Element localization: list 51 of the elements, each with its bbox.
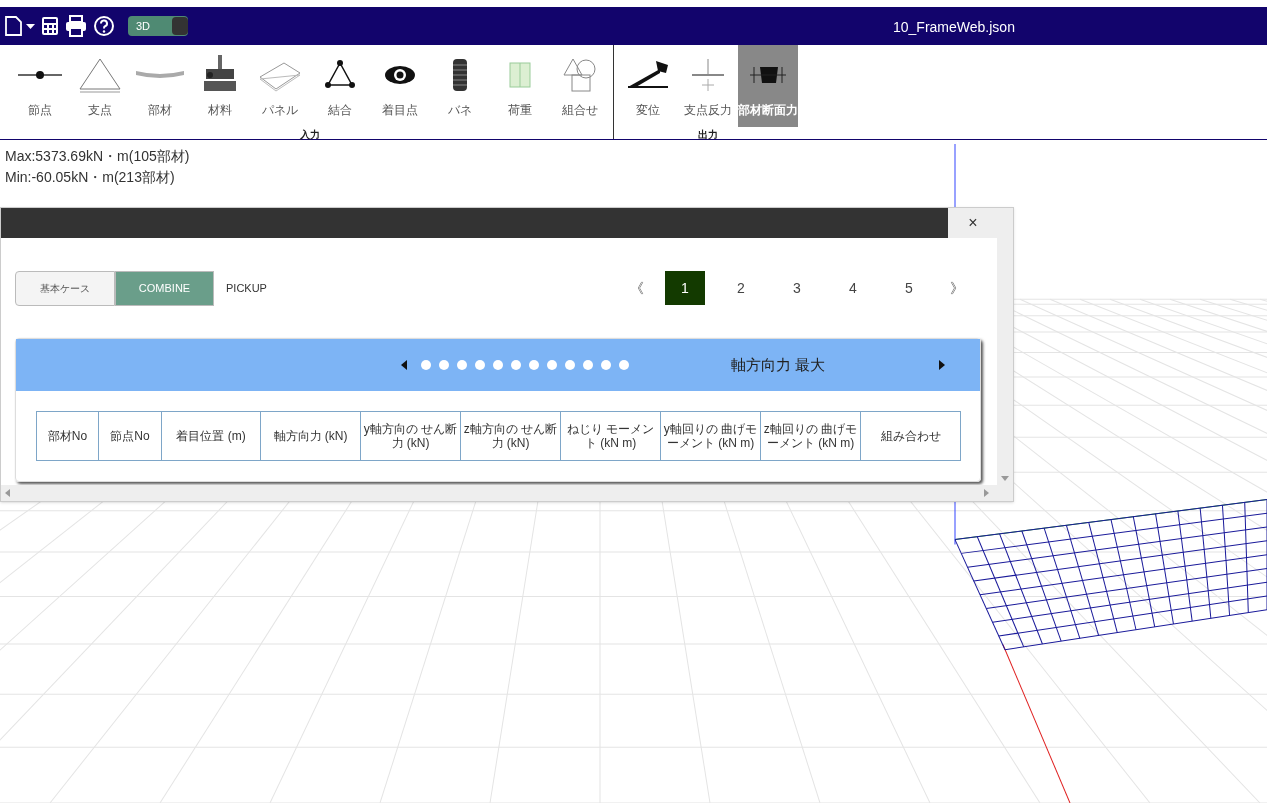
result-summary-line: Min:-60.05kN・m(213部材): [5, 168, 176, 187]
column-header: y軸方向の せん断力 (kN): [360, 412, 460, 460]
print-icon[interactable]: [64, 15, 88, 37]
group-label: 入力: [300, 128, 320, 142]
result-summary-line: Max:5373.69kN・m(105部材): [5, 147, 191, 166]
scroll-left-icon[interactable]: [5, 489, 10, 497]
file-name: 10_FrameWeb.json: [893, 18, 1015, 37]
carousel-title: 軸方向力 最大: [731, 354, 826, 375]
toolbar-button[interactable]: パネル: [250, 45, 310, 127]
toolbar-button[interactable]: 変位: [618, 45, 678, 127]
next-page-button[interactable]: 》: [937, 271, 977, 305]
column-header: 組み合わせ: [860, 412, 960, 460]
column-header: 節点No: [98, 412, 161, 460]
page-button[interactable]: 1: [665, 271, 705, 305]
previous-page-button[interactable]: 《: [617, 271, 657, 305]
scroll-down-icon[interactable]: [1001, 476, 1009, 481]
column-header: ねじり モーメント (kN m): [560, 412, 660, 460]
view-mode-toggle[interactable]: 3D: [128, 16, 188, 36]
page-button[interactable]: 5: [889, 271, 929, 305]
toolbar-button[interactable]: 支点反力: [678, 45, 738, 127]
help-icon[interactable]: [92, 15, 116, 37]
toolbar-button[interactable]: 着目点: [370, 45, 430, 127]
toolbar-button[interactable]: 部材断面力: [738, 45, 798, 127]
toolbar-button[interactable]: 節点: [10, 45, 70, 127]
toolbar-button[interactable]: 支点: [70, 45, 130, 127]
case-tab[interactable]: 基本ケース: [15, 270, 115, 306]
column-header: 軸方向力 (kN): [260, 412, 360, 460]
new-file-icon[interactable]: [4, 15, 36, 37]
calculator-icon[interactable]: [40, 15, 60, 37]
column-header: 着目位置 (m): [161, 412, 260, 460]
page-button[interactable]: 3: [777, 271, 817, 305]
page-button[interactable]: 4: [833, 271, 873, 305]
scroll-right-icon[interactable]: [984, 489, 989, 497]
previous-arrow-icon[interactable]: [401, 360, 407, 370]
page-button[interactable]: 2: [721, 271, 761, 305]
toolbar-button[interactable]: 部材: [130, 45, 190, 127]
column-header: 部材No: [46, 428, 89, 445]
column-header: z軸回りの 曲げモーメント (kN m): [760, 412, 860, 460]
column-header: y軸回りの 曲げモーメント (kN m): [660, 412, 760, 460]
toolbar-button[interactable]: 荷重: [490, 45, 550, 127]
toolbar-button[interactable]: 組合せ: [550, 45, 610, 127]
node-icon: [16, 70, 64, 80]
next-arrow-icon[interactable]: [939, 360, 946, 370]
column-header: z軸方向の せん断力 (kN): [460, 412, 560, 460]
toolbar-button[interactable]: 材料: [190, 45, 250, 127]
case-tab[interactable]: PICKUP: [214, 270, 279, 306]
toolbar-button[interactable]: 結合: [310, 45, 370, 127]
close-button[interactable]: ×: [948, 208, 998, 238]
group-label: 出力: [698, 128, 718, 142]
toolbar-button[interactable]: バネ: [430, 45, 490, 127]
member-icon: [136, 69, 184, 81]
